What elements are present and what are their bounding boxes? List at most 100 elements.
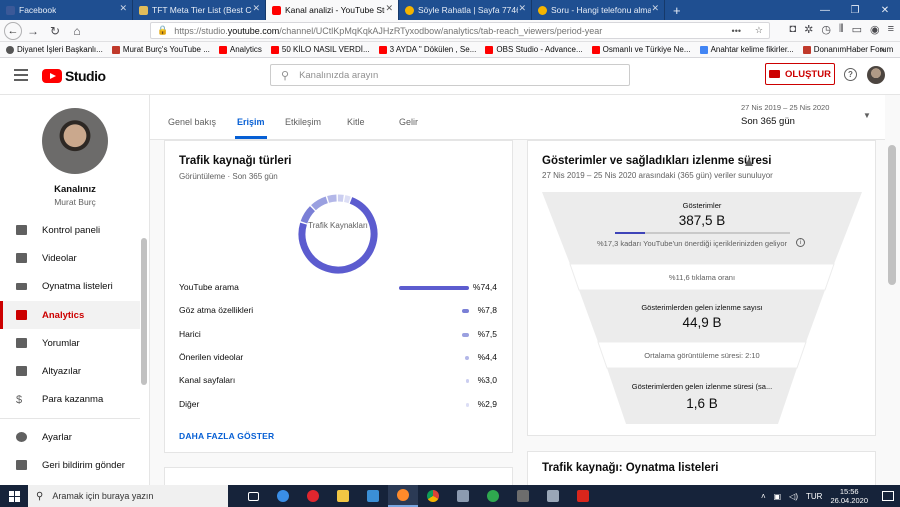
tab-overview[interactable]: Genel bakış — [168, 117, 216, 127]
bookmark-item[interactable]: 50 KİLO NASIL VERDİ... — [270, 45, 370, 54]
home-icon[interactable]: ⌂ — [66, 24, 88, 38]
library-icon[interactable]: ⫴ — [839, 23, 844, 36]
bookmark-item[interactable]: Murat Burç's YouTube ... — [111, 45, 210, 54]
hamburger-menu-icon[interactable] — [14, 69, 28, 84]
browser-tab[interactable]: Söyle Rahatla | Sayfa 7746 | Sö✕ — [399, 0, 532, 20]
close-tab-icon[interactable]: ✕ — [385, 3, 393, 14]
menu-icon[interactable]: ≡ — [888, 23, 894, 36]
tab-audience[interactable]: Kitle — [347, 117, 365, 127]
sidebar-icon[interactable]: ▭ — [852, 23, 862, 36]
tab-reach[interactable]: Erişim — [235, 117, 267, 139]
file-explorer-icon[interactable] — [328, 485, 358, 507]
bookmark-star-icon[interactable]: ☆ — [755, 25, 763, 36]
edge-icon[interactable] — [268, 485, 298, 507]
close-tab-icon[interactable]: ✕ — [252, 3, 260, 14]
more-bookmarks-icon[interactable]: » — [881, 45, 885, 54]
main-scrollbar[interactable] — [888, 145, 896, 285]
acrobat-icon[interactable] — [568, 485, 598, 507]
bookmark-item[interactable]: OBS Studio - Advance... — [485, 45, 583, 54]
history-icon[interactable]: ◷ — [821, 23, 831, 36]
browser-tab[interactable]: Facebook ✕ — [0, 0, 133, 20]
sidebar-scrollbar[interactable] — [141, 238, 147, 385]
traffic-row[interactable]: Önerilen videolar %4,4 — [179, 352, 497, 366]
notification-icon[interactable] — [882, 491, 894, 501]
donut-slice[interactable] — [311, 196, 329, 211]
network-icon[interactable]: ▣ — [774, 492, 782, 501]
volume-icon[interactable]: ◁) — [789, 492, 798, 501]
close-tab-icon[interactable]: ✕ — [651, 3, 659, 14]
sidebar-item-feedback[interactable]: Geri bildirim gönder — [0, 451, 140, 479]
tab-revenue[interactable]: Gelir — [399, 117, 418, 127]
close-tab-icon[interactable]: ✕ — [119, 3, 127, 14]
extension-icon[interactable]: ✲ — [804, 23, 813, 36]
new-tab-icon[interactable]: + — [665, 0, 689, 20]
close-window-icon[interactable]: ✕ — [870, 0, 900, 20]
traffic-row[interactable]: Harici %7,5 — [179, 329, 497, 343]
chevron-up-icon[interactable]: ˄ — [761, 492, 766, 501]
minimize-icon[interactable]: — — [810, 0, 840, 20]
bookmark-item[interactable]: Diyanet İşleri Başkanlı... — [6, 45, 103, 54]
youtube-icon — [270, 45, 279, 54]
impressions-label: Gösterimler — [682, 201, 722, 210]
app-icon[interactable] — [538, 485, 568, 507]
mail-icon[interactable] — [358, 485, 388, 507]
warning-icon[interactable] — [745, 158, 753, 166]
tab-engagement[interactable]: Etkileşim — [285, 117, 321, 127]
donut-slice[interactable] — [327, 194, 337, 203]
firefox-icon[interactable] — [388, 485, 418, 507]
traffic-row[interactable]: Diğer %2,9 — [179, 399, 497, 413]
account-icon[interactable]: ◉ — [870, 23, 880, 36]
channel-avatar[interactable] — [42, 108, 108, 174]
help-icon[interactable]: ? — [844, 68, 857, 81]
opera-icon[interactable] — [298, 485, 328, 507]
sidebar-item-videos[interactable]: Videolar — [0, 244, 140, 272]
donut-slice[interactable] — [343, 195, 351, 204]
date-range[interactable]: 27 Nis 2019 – 25 Nis 2020 — [741, 103, 829, 112]
studio-logo[interactable]: Studio — [42, 68, 106, 84]
avatar[interactable] — [867, 66, 885, 84]
youtube-icon — [272, 5, 281, 15]
create-button[interactable]: OLUŞTUR — [765, 63, 835, 85]
chevron-down-icon[interactable]: ▼ — [863, 111, 871, 120]
browser-tab[interactable]: TFT Meta Tier List (Best Comps✕ — [133, 0, 266, 20]
maximize-icon[interactable]: ❐ — [840, 0, 870, 20]
sidebar-item-comments[interactable]: Yorumlar — [0, 329, 140, 357]
show-more-button[interactable]: DAHA FAZLA GÖSTER — [179, 431, 274, 441]
keyboard-language[interactable]: TUR — [806, 492, 822, 501]
pocket-icon[interactable]: ◘ — [789, 23, 796, 36]
sidebar-item-subtitles[interactable]: Altyazılar — [0, 357, 140, 385]
traffic-row[interactable]: Göz atma özellikleri %7,8 — [179, 305, 497, 319]
taskbar-clock[interactable]: 15:56 26.04.2020 — [830, 487, 868, 505]
xbox-icon[interactable] — [478, 485, 508, 507]
task-view-icon[interactable] — [238, 485, 268, 507]
url-bar[interactable]: 🔒 https://studio. youtube.com/channel/UCt… — [150, 22, 770, 39]
back-arrow-icon[interactable]: ← — [4, 21, 22, 40]
sidebar-item-monetization[interactable]: $ Para kazanma — [0, 385, 140, 413]
channel-search-input[interactable]: ⚲ Kanalınızda arayın — [270, 64, 630, 86]
sidebar-item-dashboard[interactable]: Kontrol paneli — [0, 216, 140, 244]
taskbar-search-input[interactable]: ⚲ Aramak için buraya yazın — [28, 485, 228, 507]
lock-icon: 🔒 — [157, 25, 169, 35]
sidebar-item-analytics[interactable]: Analytics — [0, 301, 140, 329]
browser-tab[interactable]: Soru - Hangi telefonu almalı? | D✕ — [532, 0, 665, 20]
page-actions-icon[interactable]: ••• — [732, 26, 741, 36]
reload-icon[interactable]: ↻ — [44, 24, 66, 38]
traffic-row[interactable]: YouTube arama %74,4 — [179, 282, 497, 296]
bookmark-item[interactable]: Osmanlı ve Türkiye Ne... — [591, 45, 691, 54]
close-tab-icon[interactable]: ✕ — [518, 3, 526, 14]
sidebar-item-settings[interactable]: Ayarlar — [0, 423, 140, 451]
sidebar-item-playlists[interactable]: Oynatma listeleri — [0, 272, 140, 300]
info-icon[interactable]: i — [796, 238, 805, 247]
traffic-donut-chart[interactable] — [297, 193, 379, 275]
chrome-icon[interactable] — [418, 485, 448, 507]
forward-arrow-icon[interactable]: → — [22, 24, 44, 38]
bookmark-item[interactable]: 3 AYDA " Dökülen , Se... — [378, 45, 476, 54]
windows-start-icon[interactable] — [0, 485, 28, 507]
calculator-icon[interactable] — [508, 485, 538, 507]
app-icon[interactable] — [448, 485, 478, 507]
browser-tab-active[interactable]: Kanal analizi - YouTube Studio✕ — [266, 0, 399, 20]
date-period-selector[interactable]: Son 365 gün — [741, 116, 795, 127]
bookmark-item[interactable]: Anahtar kelime fikirler... — [699, 45, 794, 54]
bookmark-item[interactable]: Analytics — [218, 45, 262, 54]
traffic-row[interactable]: Kanal sayfaları %3,0 — [179, 375, 497, 389]
